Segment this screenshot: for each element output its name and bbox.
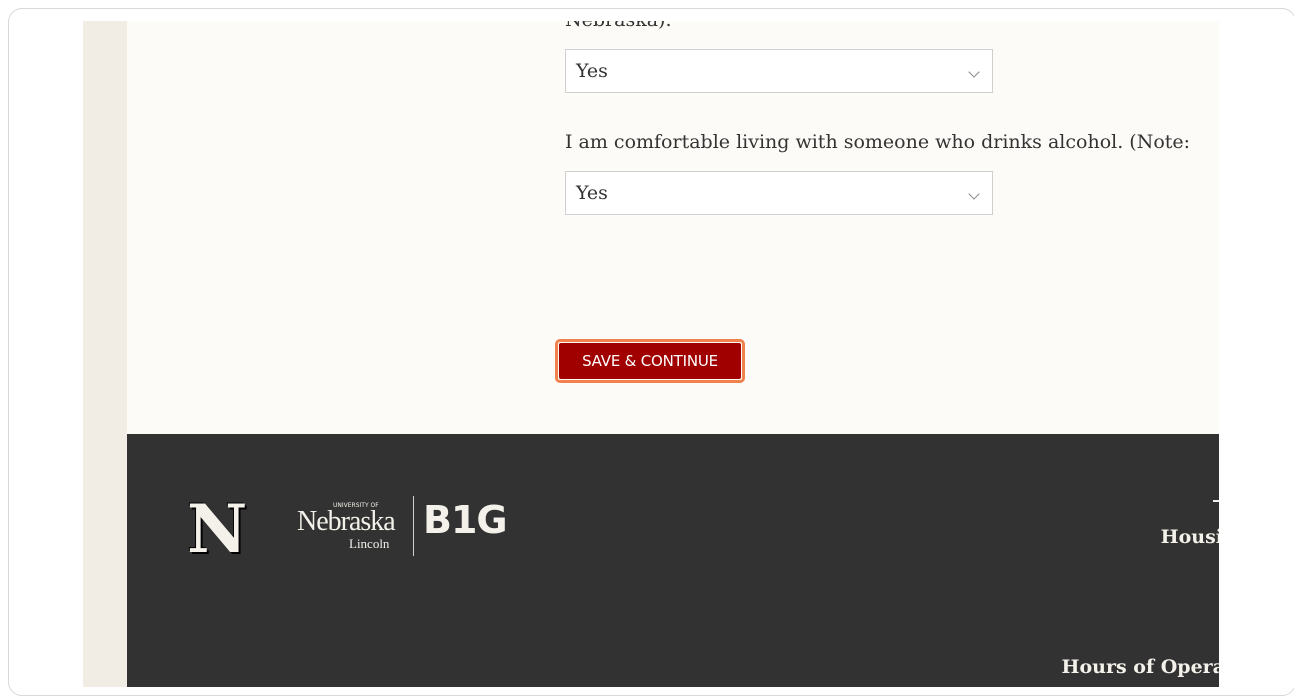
page-viewport: Nebraska). Yes I am comfortable living w…	[83, 21, 1219, 687]
select-value: Yes	[576, 182, 608, 204]
site-footer: N UNIVERSITY OF Nebraska Lincoln B1G Hou…	[127, 434, 1219, 687]
previous-question-text: Nebraska).	[565, 21, 672, 31]
select-value: Yes	[576, 60, 608, 82]
logo-nebraska-text: Nebraska	[297, 506, 396, 537]
footer-link-underline	[1213, 500, 1219, 502]
previous-question-select[interactable]: Yes	[565, 49, 993, 93]
alcohol-question-select[interactable]: Yes	[565, 171, 993, 215]
save-continue-label: SAVE & CONTINUE	[559, 343, 741, 379]
save-continue-button[interactable]: SAVE & CONTINUE	[555, 339, 745, 383]
big-ten-logo[interactable]: B1G	[423, 498, 508, 542]
logo-divider	[413, 496, 414, 556]
form-section: Nebraska). Yes I am comfortable living w…	[127, 21, 1219, 434]
footer-hours-heading: Hours of Opera	[1061, 656, 1219, 678]
logo-lincoln-text: Lincoln	[349, 536, 390, 551]
left-margin-strip	[83, 21, 127, 687]
alcohol-question-label: I am comfortable living with someone who…	[565, 131, 1191, 153]
chevron-down-icon	[968, 66, 980, 78]
nebraska-n-logo[interactable]: N	[187, 496, 247, 562]
chevron-down-icon	[968, 188, 980, 200]
browser-frame: Nebraska). Yes I am comfortable living w…	[8, 8, 1294, 696]
footer-housing-text: Housi	[1160, 526, 1219, 548]
